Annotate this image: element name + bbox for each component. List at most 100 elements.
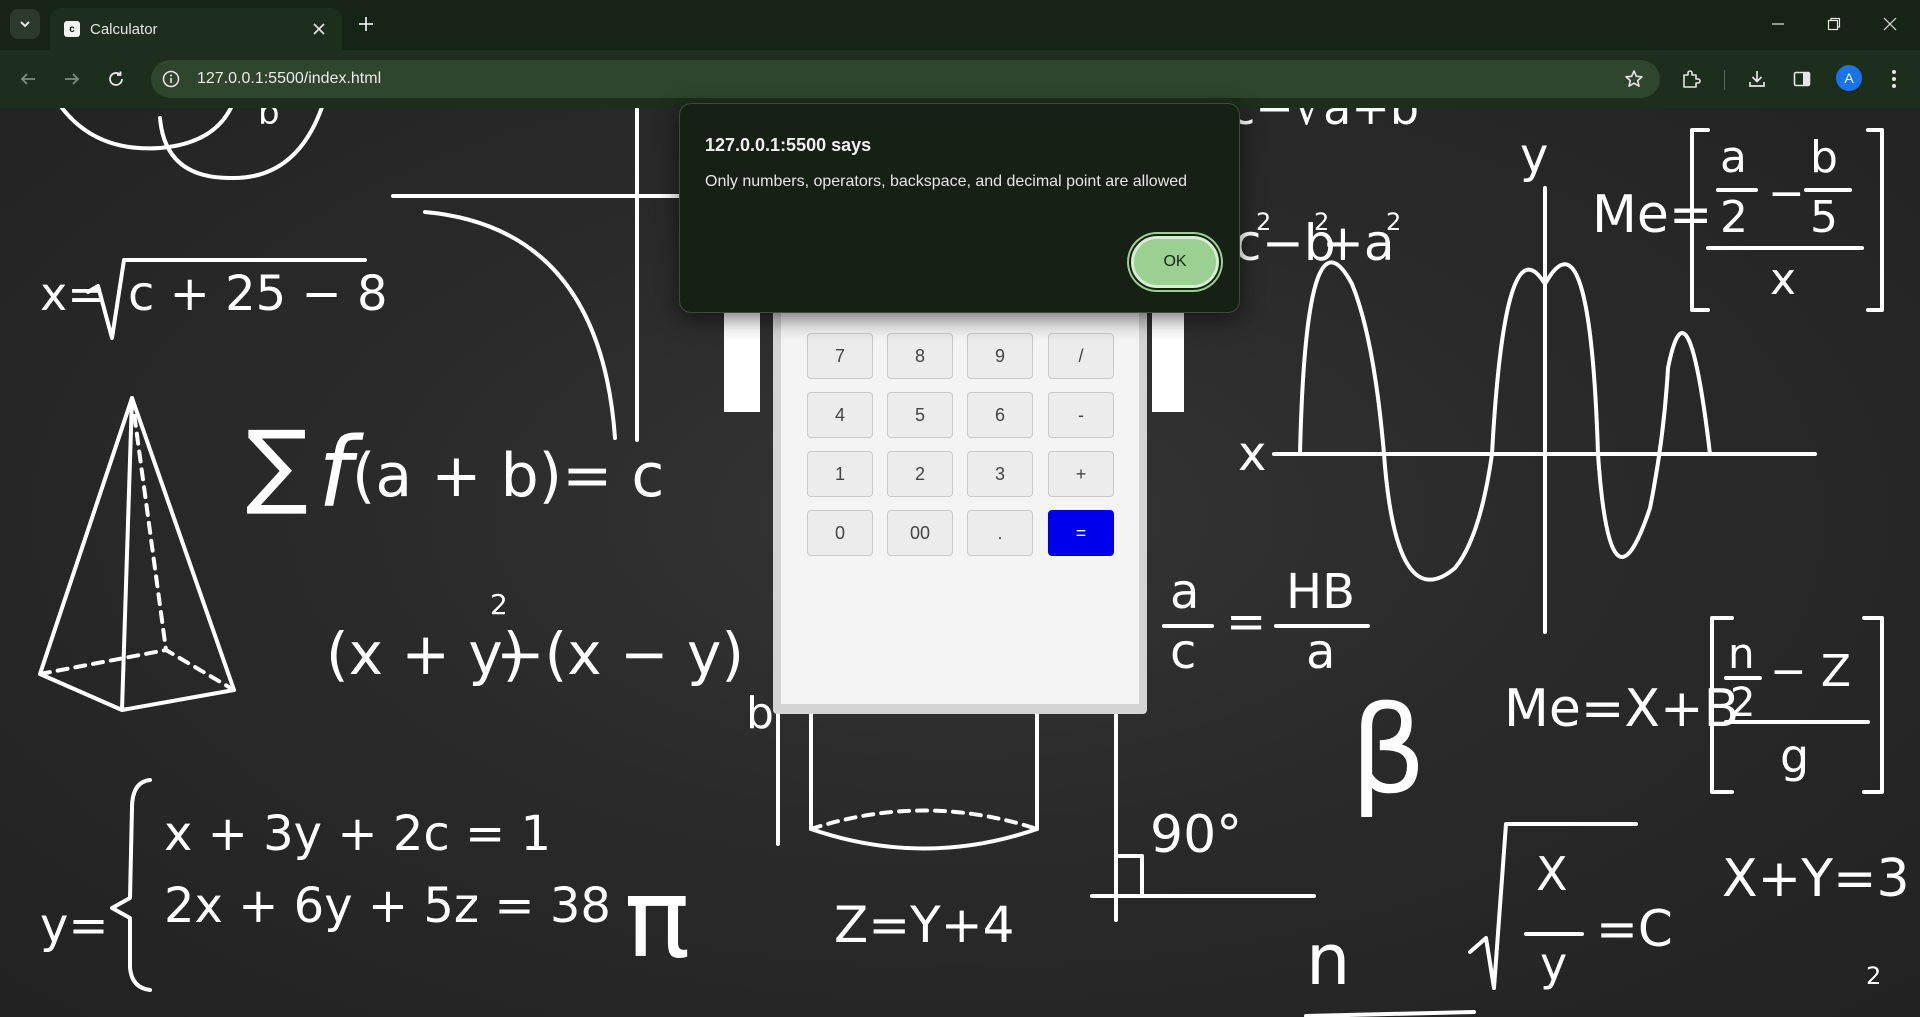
cylinder-bottom xyxy=(809,827,1039,851)
matrix-minus: − xyxy=(1768,168,1805,219)
squares-exp-3: 2 xyxy=(1386,208,1401,236)
subtract-button[interactable]: - xyxy=(1048,392,1114,438)
wave-graph-y-label: y xyxy=(1520,128,1548,184)
downloads-button[interactable] xyxy=(1741,63,1773,95)
minimize-button[interactable] xyxy=(1750,0,1806,48)
close-icon xyxy=(1883,17,1897,31)
key-0[interactable]: 0 xyxy=(807,510,873,556)
extensions-button[interactable] xyxy=(1675,63,1707,95)
url-text: 127.0.0.1:5500/index.html xyxy=(197,70,382,87)
restore-icon xyxy=(1827,17,1841,31)
add-button[interactable]: + xyxy=(1048,451,1114,497)
key-2[interactable]: 2 xyxy=(887,451,953,497)
forward-button[interactable] xyxy=(56,63,88,95)
browser-tab-bar: c Calculator xyxy=(0,0,1920,50)
root-fraction-x: X xyxy=(1536,847,1568,901)
chevron-down-icon xyxy=(20,21,30,28)
me-fraction-n: n xyxy=(1728,629,1755,678)
quarter-arc xyxy=(423,210,617,440)
corner-exponent: 2 xyxy=(1866,962,1881,990)
minimize-icon xyxy=(1772,23,1784,25)
favicon-icon: c xyxy=(64,21,80,37)
sqrt-formula-prefix: x= xyxy=(40,267,106,321)
dialog-message: Only numbers, operators, backspace, and … xyxy=(705,173,1188,190)
system-label: y= xyxy=(40,898,109,954)
side-panel-button[interactable] xyxy=(1786,63,1818,95)
divide-button[interactable]: / xyxy=(1048,333,1114,379)
venn-diagram xyxy=(59,108,324,181)
matrix-fraction-2: 2 xyxy=(1720,192,1748,243)
bottom-line xyxy=(1304,1010,1476,1017)
system-equation-1: x + 3y + 2c = 1 xyxy=(164,806,551,862)
top-center-formula: c−√a+b xyxy=(1230,108,1419,135)
matrix-fraction-5: 5 xyxy=(1810,192,1838,243)
venn-label: b xyxy=(258,108,280,133)
ok-button[interactable]: OK xyxy=(1131,236,1219,288)
close-window-button[interactable] xyxy=(1862,0,1918,48)
key-7[interactable]: 7 xyxy=(807,333,873,379)
arrow-left-icon xyxy=(20,73,35,85)
alert-dialog: 127.0.0.1:5500 says Only numbers, operat… xyxy=(679,103,1240,313)
matrix-denominator-x: x xyxy=(1770,254,1796,305)
tab-close-button[interactable] xyxy=(308,18,330,40)
angle-label: 90° xyxy=(1150,805,1242,865)
squared-diff-exponent: 2 xyxy=(490,588,508,621)
root-equals-c: =C xyxy=(1596,900,1673,958)
puzzle-icon xyxy=(1683,70,1701,88)
calculator-keypad: C <-- % * 7 8 9 / 4 5 6 - 1 2 3 + 0 00 .… xyxy=(781,264,1139,704)
pi-symbol: π xyxy=(624,854,690,982)
key-3[interactable]: 3 xyxy=(967,451,1033,497)
new-tab-button[interactable] xyxy=(352,10,380,38)
dialog-title: 127.0.0.1:5500 says xyxy=(705,135,872,155)
reload-icon xyxy=(109,71,123,86)
profile-avatar[interactable]: A xyxy=(1836,65,1862,91)
browser-menu-button[interactable] xyxy=(1878,63,1910,95)
calculator: C <-- % * 7 8 9 / 4 5 6 - 1 2 3 + 0 00 .… xyxy=(773,264,1147,714)
download-icon xyxy=(1749,71,1765,87)
browser-toolbar: 127.0.0.1:5500/index.html A xyxy=(0,50,1920,108)
side-panel-icon xyxy=(1793,71,1811,87)
me-minus-z: − Z xyxy=(1770,646,1851,697)
key-6[interactable]: 6 xyxy=(967,392,1033,438)
ratio-a: a xyxy=(1170,564,1199,620)
info-icon xyxy=(162,70,180,88)
key-1[interactable]: 1 xyxy=(807,451,873,497)
tab-list-button[interactable] xyxy=(10,9,40,39)
pyramid-hidden-edges xyxy=(38,396,236,692)
ratio-a-denominator: a xyxy=(1306,624,1335,680)
decimal-button[interactable]: . xyxy=(967,510,1033,556)
back-button[interactable] xyxy=(12,63,44,95)
ratio-equals: = xyxy=(1226,594,1266,650)
root-fraction-y: y xyxy=(1540,937,1567,991)
wave-graph-x-label: x xyxy=(1238,426,1266,482)
cylinder-bottom-hidden xyxy=(809,808,1039,831)
system-equation-2: 2x + 6y + 5z = 38 xyxy=(164,878,611,934)
matrix-fraction-a: a xyxy=(1720,132,1747,183)
ratio-c: c xyxy=(1170,624,1196,680)
arrow-right-icon xyxy=(65,73,80,85)
cylinder-height-label: b xyxy=(746,688,774,739)
sum-symbol: ∑ xyxy=(246,411,308,518)
me-denominator-g: g xyxy=(1780,729,1809,783)
root-index-n: n xyxy=(1306,919,1350,1001)
key-9[interactable]: 9 xyxy=(967,333,1033,379)
key-5[interactable]: 5 xyxy=(887,392,953,438)
right-angle-marker xyxy=(1114,854,1144,898)
restore-button[interactable] xyxy=(1806,0,1862,48)
sqrt-formula-radicand: c + 25 − 8 xyxy=(128,266,387,322)
key-8[interactable]: 8 xyxy=(887,333,953,379)
key-00[interactable]: 00 xyxy=(887,510,953,556)
wave-curve xyxy=(1298,260,1712,582)
address-bar[interactable]: 127.0.0.1:5500/index.html xyxy=(151,60,1660,98)
key-4[interactable]: 4 xyxy=(807,392,873,438)
tab-title: Calculator xyxy=(90,21,158,38)
equals-button[interactable]: = xyxy=(1048,510,1114,556)
star-icon xyxy=(1625,70,1643,87)
bookmark-button[interactable] xyxy=(1622,67,1646,91)
beta-symbol: β xyxy=(1350,682,1427,821)
me-formula: Me=X+B xyxy=(1504,679,1739,739)
reload-button[interactable] xyxy=(100,63,132,95)
ratio-hb: HB xyxy=(1286,564,1355,620)
tab-calculator[interactable]: c Calculator xyxy=(50,8,342,50)
site-info-button[interactable] xyxy=(161,69,181,89)
